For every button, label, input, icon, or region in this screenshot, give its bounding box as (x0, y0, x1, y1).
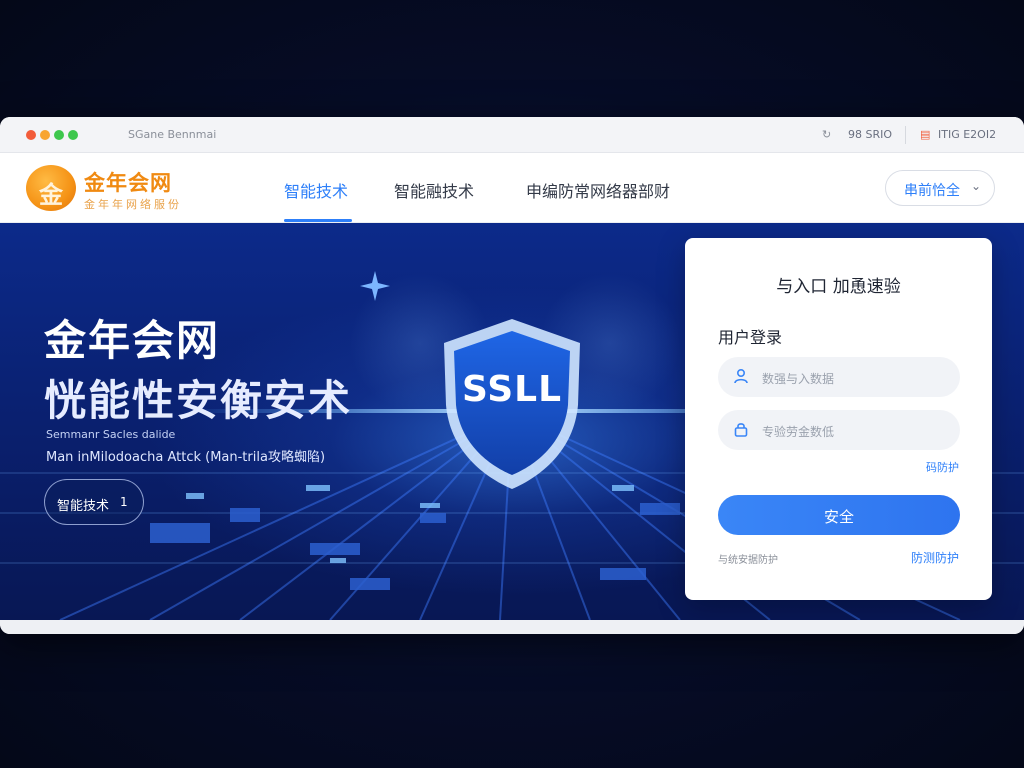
browser-window: SGane Bennmai ↻ 98 SRIO ▤ ITIG E2OI2 金 金… (0, 117, 1024, 634)
login-footer-note: 与统安据防护 (718, 555, 778, 566)
hero-cta-label: 智能技术 (57, 499, 110, 514)
login-submit-label: 安全 (823, 508, 854, 526)
title-bar: SGane Bennmai ↻ 98 SRIO ▤ ITIG E2OI2 (0, 117, 1024, 153)
shield-label: SSLL (461, 369, 563, 410)
lock-icon (734, 423, 748, 437)
titlebar-info-text: ITIG E2OI2 (938, 128, 997, 141)
hero-title-line1: 金年会网 (44, 316, 221, 365)
username-placeholder: 数强与入数据 (762, 372, 835, 386)
login-submit-button[interactable]: 安全 (718, 495, 960, 535)
ssl-shield-icon: SSLL (432, 313, 592, 493)
minimize-window-dot[interactable] (40, 130, 50, 140)
titlebar-divider (905, 126, 906, 144)
nav-item-network-defense[interactable]: 申编防常网络器部财 (526, 178, 670, 202)
user-icon (734, 368, 748, 384)
forgot-password-link[interactable]: 码防护 (926, 459, 959, 475)
username-input[interactable]: 数强与入数据 (718, 357, 960, 397)
hero-banner: 金年会网 恍能性安衡安术 Semmanr Sacles dalide Man i… (0, 223, 1024, 620)
language-selector-label: 串前恰全 (904, 183, 960, 199)
login-heading: 用户登录 (718, 328, 783, 347)
extra-window-dot[interactable] (68, 130, 78, 140)
hero-caption-line2: Man inMilodoacha Attck (Man-trila攻略蜘陷) (46, 450, 326, 465)
close-window-dot[interactable] (26, 130, 36, 140)
nav-active-indicator (284, 219, 352, 222)
rss-icon[interactable]: ▤ (920, 128, 930, 141)
nav-item-fusion-tech[interactable]: 智能融技术 (394, 178, 474, 202)
logo-title[interactable]: 金年会网 (84, 167, 172, 197)
logo-subtitle: 金年年网络服份 (84, 198, 182, 211)
password-placeholder: 专验劳金数低 (762, 425, 835, 439)
logo-icon[interactable]: 金 (26, 165, 76, 211)
address-text[interactable]: SGane Bennmai (128, 128, 216, 141)
hero-caption-line1: Semmanr Sacles dalide (46, 428, 176, 441)
nav-item-smart-tech[interactable]: 智能技术 (284, 178, 348, 202)
logo-glyph: 金 (39, 180, 63, 209)
login-card-title: 与入口 加恿速验 (776, 277, 901, 297)
maximize-window-dot[interactable] (54, 130, 64, 140)
chevron-down-icon: ⌄ (971, 179, 982, 193)
language-selector[interactable]: 串前恰全 ⌄ (885, 170, 995, 206)
login-footer-link[interactable]: 防测防护 (911, 549, 959, 566)
window-footer-strip (0, 620, 1024, 634)
refresh-icon[interactable]: ↻ (822, 128, 831, 141)
hero-cta-number: 1 (120, 495, 128, 509)
password-input[interactable]: 专验劳金数低 (718, 410, 960, 450)
login-card: 与入口 加恿速验 用户登录 数强与入数据 专验劳金数低 码防护 安全 与统安据防… (685, 238, 992, 600)
hero-title-line2: 恍能性安衡安术 (44, 376, 353, 425)
titlebar-status-text: 98 SRIO (848, 128, 893, 141)
hero-cta-button[interactable]: 智能技术 1 (44, 479, 144, 525)
sparkle-icon (360, 271, 390, 301)
site-header: 金 金年会网 金年年网络服份 智能技术 智能融技术 申编防常网络器部财 串前恰全… (0, 153, 1024, 223)
